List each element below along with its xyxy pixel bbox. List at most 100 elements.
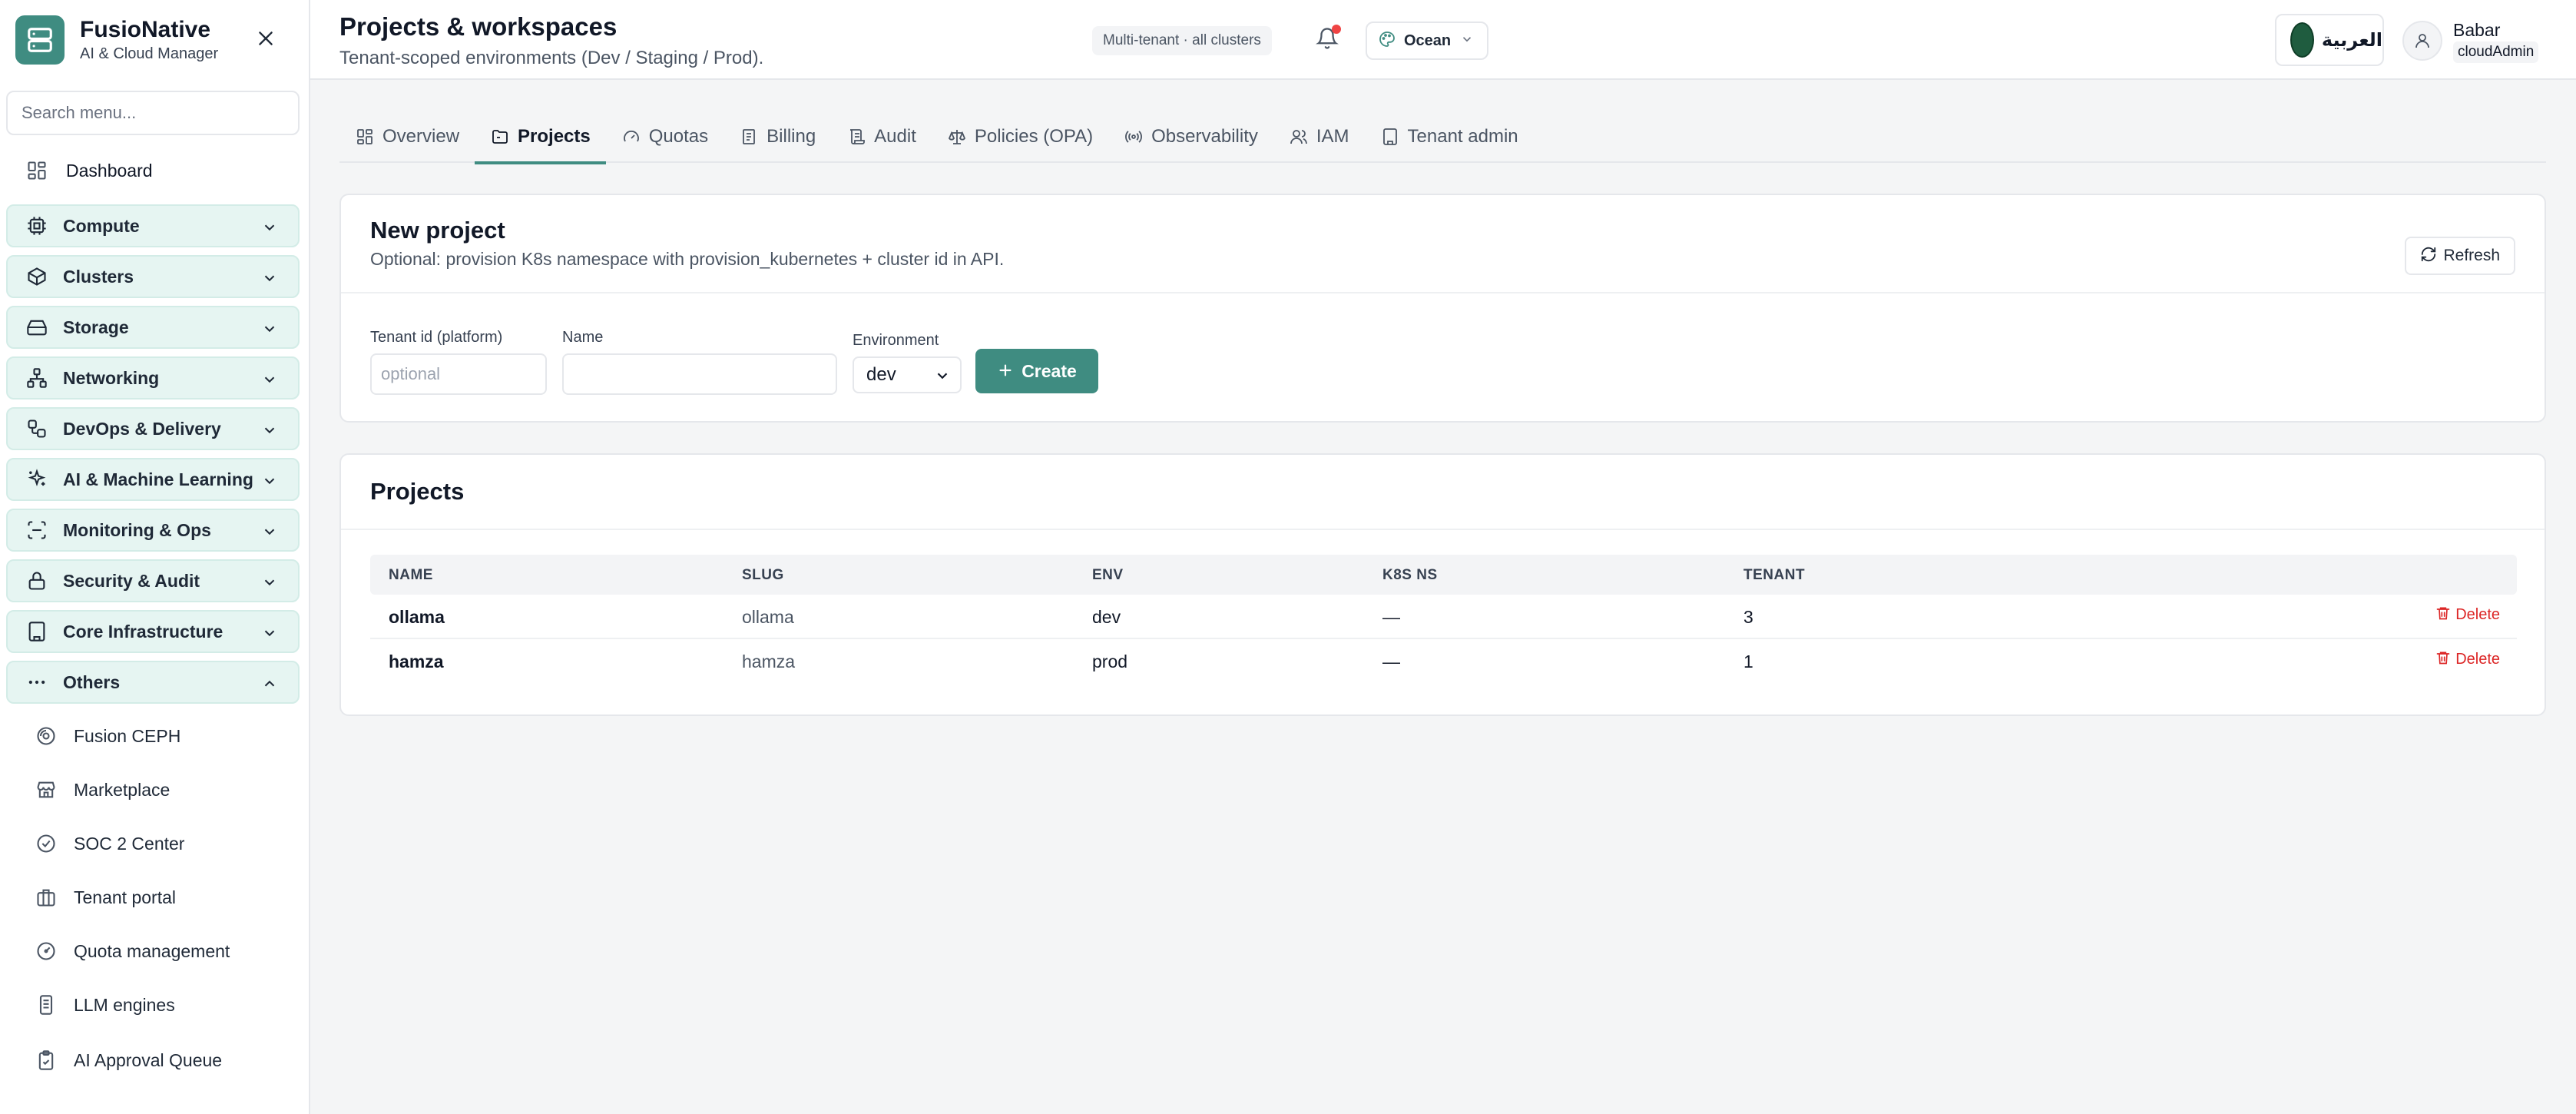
divider	[341, 292, 2545, 293]
sidebar-group-core-infra[interactable]: Core Infrastructure	[6, 610, 300, 653]
chevron-down-icon	[261, 371, 278, 392]
sidebar-group-compute[interactable]: Compute	[6, 204, 300, 247]
sidebar-item-tenant-portal[interactable]: Tenant portal	[34, 876, 300, 919]
create-button[interactable]: Create	[975, 349, 1098, 393]
tab-overview[interactable]: Overview	[339, 111, 475, 163]
brand-title: FusioNative	[80, 17, 211, 42]
sidebar-group-security[interactable]: Security & Audit	[6, 559, 300, 602]
tab-billing[interactable]: Billing	[723, 111, 831, 163]
sidebar-group-label: Monitoring & Ops	[63, 519, 211, 540]
sidebar-item-fusion-ceph[interactable]: Fusion CEPH	[34, 714, 300, 758]
sidebar-group-label: Others	[63, 671, 121, 692]
close-icon[interactable]	[250, 23, 281, 54]
sidebar-group-label: Core Infrastructure	[63, 621, 223, 642]
sidebar-item-label: AI Approval Queue	[74, 1049, 223, 1070]
building-icon	[1380, 127, 1400, 147]
server-logo-icon	[15, 15, 65, 65]
divider	[341, 529, 2545, 530]
plus-icon	[997, 362, 1014, 381]
environment-label: Environment	[853, 332, 939, 349]
notification-dot	[1332, 25, 1341, 34]
tab-iam[interactable]: IAM	[1273, 111, 1365, 163]
tab-label: Observability	[1151, 126, 1258, 147]
sidebar-item-dashboard[interactable]: Dashboard	[6, 149, 300, 192]
delete-button[interactable]: Delete	[2435, 650, 2500, 669]
tenant-id-input[interactable]	[370, 353, 547, 395]
cpu-icon	[25, 214, 49, 238]
store-icon	[34, 777, 58, 802]
sidebar-item-label: LLM engines	[74, 994, 175, 1015]
delete-label: Delete	[2455, 606, 2500, 623]
search-input[interactable]	[6, 91, 300, 135]
network-icon	[25, 366, 49, 390]
tab-label: Tenant admin	[1407, 126, 1518, 147]
notifications-button[interactable]	[1310, 23, 1344, 57]
tab-tenant-admin[interactable]: Tenant admin	[1365, 111, 1534, 163]
sidebar-group-storage[interactable]: Storage	[6, 306, 300, 349]
column-header-slug: SLUG	[742, 567, 784, 583]
table-row: ollama ollama dev — 3 Delete	[370, 595, 2517, 639]
theme-selector[interactable]: Ocean	[1366, 22, 1488, 60]
sidebar-group-label: DevOps & Delivery	[63, 418, 221, 439]
sidebar-group-monitoring[interactable]: Monitoring & Ops	[6, 509, 300, 552]
cell-slug: ollama	[742, 607, 794, 627]
sidebar-group-clusters[interactable]: Clusters	[6, 255, 300, 298]
tab-projects[interactable]: Projects	[475, 111, 606, 164]
sidebar-item-quota-management[interactable]: Quota management	[34, 930, 300, 973]
tab-audit[interactable]: Audit	[831, 111, 932, 163]
delete-button[interactable]: Delete	[2435, 605, 2500, 625]
user-icon	[2402, 21, 2442, 61]
sidebar-group-others[interactable]: Others	[6, 661, 300, 704]
hard-drive-icon	[25, 315, 49, 340]
tab-label: Audit	[874, 126, 916, 147]
theme-label: Ocean	[1404, 31, 1452, 49]
sidebar-group-label: Networking	[63, 367, 160, 388]
language-label: العربية	[2321, 29, 2382, 51]
tab-policies[interactable]: Policies (OPA)	[932, 111, 1108, 163]
chevron-up-icon	[261, 675, 278, 696]
trash-icon	[2435, 650, 2451, 669]
tab-quotas[interactable]: Quotas	[606, 111, 723, 163]
user-menu[interactable]: Babar cloudAdmin	[2402, 15, 2539, 66]
sidebar-group-devops[interactable]: DevOps & Delivery	[6, 407, 300, 450]
tenant-id-label: Tenant id (platform)	[370, 329, 503, 346]
trash-icon	[2435, 605, 2451, 625]
sidebar-item-llm-engines[interactable]: LLM engines	[34, 983, 300, 1026]
sidebar-group-networking[interactable]: Networking	[6, 356, 300, 400]
gauge-icon	[621, 127, 641, 147]
sidebar-item-label: Fusion CEPH	[74, 725, 181, 746]
users-icon	[1289, 127, 1309, 147]
tab-bar: Overview Projects Quotas Billing Audit P…	[339, 111, 2546, 164]
sidebar: FusioNative AI & Cloud Manager Dashboard…	[0, 0, 310, 1114]
new-project-card: New project Optional: provision K8s name…	[339, 194, 2546, 423]
page-subtitle: Tenant-scoped environments (Dev / Stagin…	[339, 48, 764, 68]
sidebar-item-ai-approval-queue[interactable]: AI Approval Queue	[34, 1039, 300, 1082]
sidebar-group-ai-ml[interactable]: AI & Machine Learning	[6, 458, 300, 501]
chevron-down-icon	[261, 422, 278, 443]
name-input[interactable]	[562, 353, 837, 395]
sidebar-group-label: Clusters	[63, 266, 134, 287]
gauge-icon	[34, 939, 58, 963]
tab-observability[interactable]: Observability	[1108, 111, 1273, 163]
cell-name: hamza	[389, 651, 444, 671]
workflow-icon	[25, 416, 49, 441]
language-switcher[interactable]: العربية	[2275, 14, 2384, 66]
tab-label: Quotas	[648, 126, 709, 147]
refresh-label: Refresh	[2443, 247, 2500, 264]
scroll-icon	[846, 127, 866, 147]
sidebar-item-soc2-center[interactable]: SOC 2 Center	[34, 822, 300, 865]
briefcase-icon	[34, 885, 58, 910]
sidebar-item-marketplace[interactable]: Marketplace	[34, 768, 300, 811]
brand: FusioNative AI & Cloud Manager	[15, 15, 218, 65]
chevron-down-icon	[261, 574, 278, 595]
refresh-button[interactable]: Refresh	[2405, 237, 2515, 275]
radio-icon	[1124, 127, 1144, 147]
environment-value: dev	[866, 364, 896, 385]
new-project-title: New project	[370, 217, 505, 244]
environment-select[interactable]: dev	[853, 356, 962, 393]
palette-icon	[1378, 30, 1396, 52]
cell-name: ollama	[389, 607, 445, 627]
layout-dashboard-icon	[25, 158, 49, 183]
sidebar-item-label: SOC 2 Center	[74, 833, 185, 854]
sidebar-item-label: Quota management	[74, 940, 230, 961]
